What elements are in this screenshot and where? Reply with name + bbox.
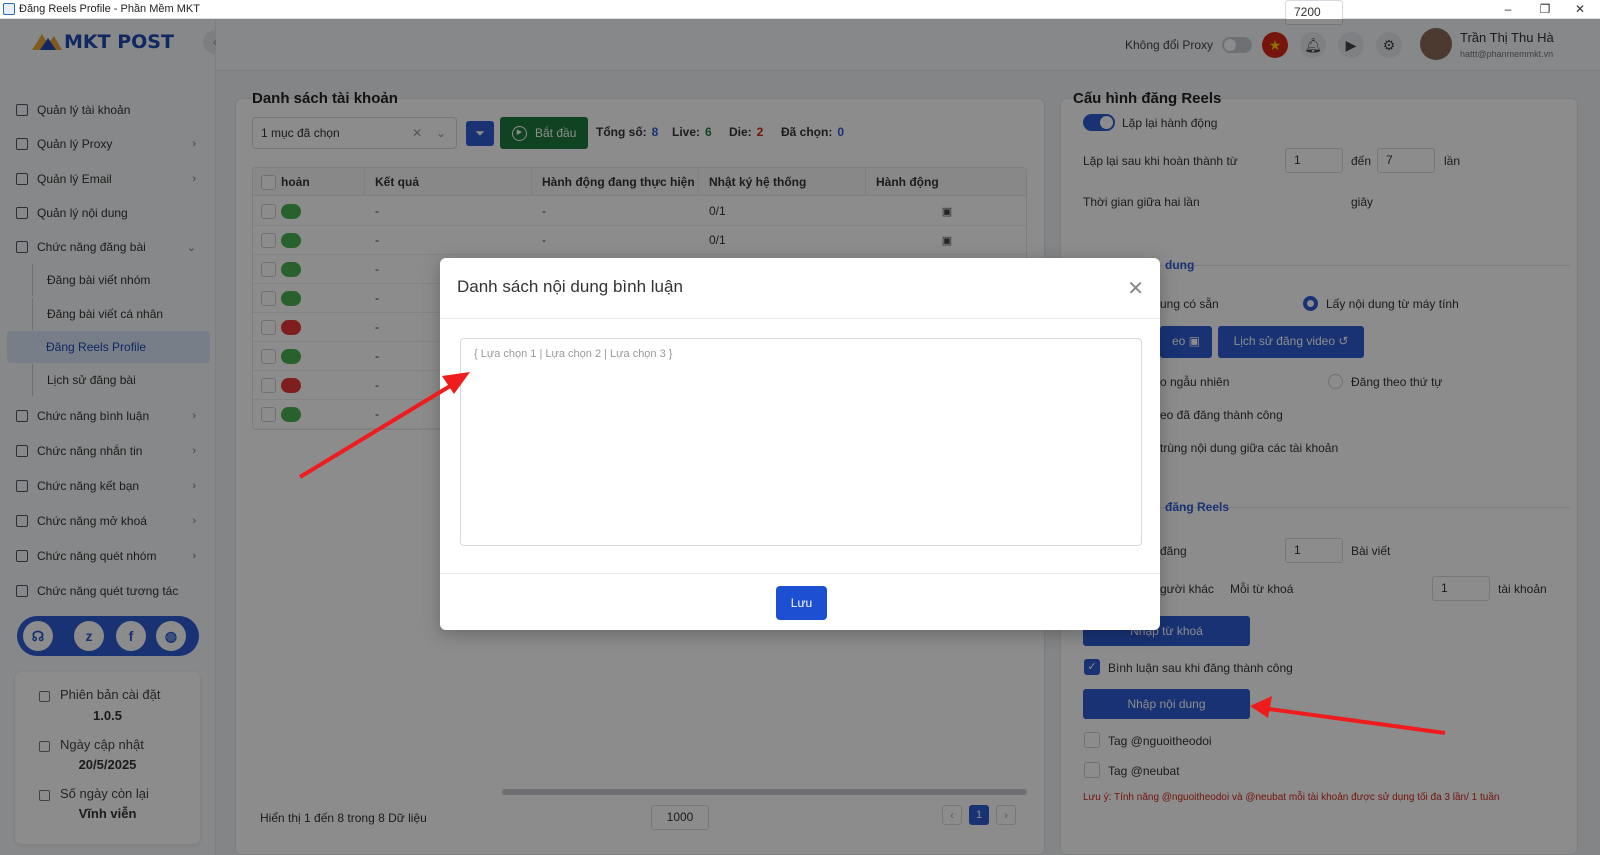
annotation-arrows [298,372,1446,735]
arrow-to-content-button [1250,696,1446,735]
arrow-to-textarea [298,372,470,479]
